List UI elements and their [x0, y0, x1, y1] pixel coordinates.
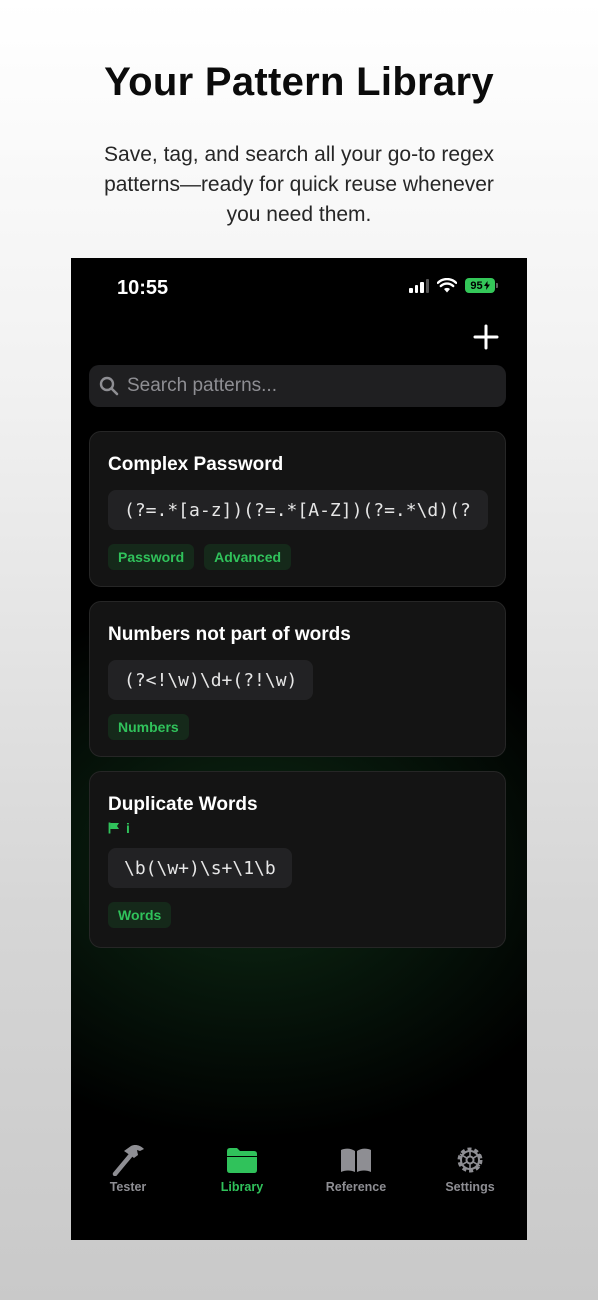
gear-icon	[457, 1147, 483, 1173]
tag-badge[interactable]: Password	[108, 544, 195, 570]
pattern-tags: Password Advanced	[108, 544, 487, 570]
pattern-card[interactable]: Complex Password (?=.*[a-z])(?=.*[A-Z])(…	[89, 431, 506, 587]
pattern-regex: (?=.*[a-z])(?=.*[A-Z])(?=.*\d)(?	[108, 490, 488, 530]
charging-bolt-icon	[483, 281, 490, 290]
flag-icon	[108, 822, 119, 834]
search-bar[interactable]	[89, 365, 506, 407]
hero-title: Your Pattern Library	[104, 60, 494, 104]
tag-badge[interactable]: Words	[108, 902, 172, 928]
tab-settings[interactable]: Settings	[413, 1143, 527, 1203]
add-pattern-button[interactable]	[469, 320, 503, 354]
search-input[interactable]	[127, 375, 487, 397]
pattern-title: Duplicate Words	[108, 794, 258, 815]
pattern-flags: i	[108, 820, 487, 836]
tag-badge[interactable]: Numbers	[108, 714, 189, 740]
tab-tester[interactable]: Tester	[71, 1143, 185, 1203]
status-icons: 95	[409, 278, 498, 293]
tab-label: Settings	[445, 1180, 495, 1194]
wifi-icon	[437, 278, 457, 293]
search-icon	[99, 376, 119, 396]
hammer-icon	[112, 1145, 144, 1176]
flag-text: i	[126, 820, 130, 836]
tab-label: Tester	[109, 1180, 147, 1194]
plus-icon	[473, 324, 499, 350]
folder-icon	[227, 1148, 257, 1173]
tab-label: Library	[220, 1180, 264, 1194]
pattern-title: Complex Password	[108, 454, 284, 475]
tab-bar: Tester Library Reference Settings	[71, 1143, 527, 1203]
battery-icon: 95	[465, 278, 498, 293]
phone-screen: 10:55 95 Complex Password (?=.*[a-z])(?=…	[71, 258, 527, 1240]
tag-badge[interactable]: Advanced	[204, 544, 292, 570]
status-time: 10:55	[117, 277, 169, 299]
pattern-tags: Words	[108, 902, 487, 928]
pattern-regex: \b(\w+)\s+\1\b	[108, 848, 292, 888]
pattern-card[interactable]: Duplicate Words i \b(\w+)\s+\1\b Words	[89, 771, 506, 948]
pattern-tags: Numbers	[108, 714, 487, 740]
tab-library[interactable]: Library	[185, 1143, 299, 1203]
pattern-title: Numbers not part of words	[108, 624, 351, 645]
pattern-card[interactable]: Numbers not part of words (?<!\w)\d+(?!\…	[89, 601, 506, 757]
book-icon	[341, 1148, 371, 1172]
battery-level: 95	[470, 279, 483, 292]
cellular-signal-icon	[409, 278, 429, 293]
tab-label: Reference	[325, 1180, 387, 1194]
hero-subtitle: Save, tag, and search all your go-to reg…	[104, 143, 494, 226]
tab-reference[interactable]: Reference	[299, 1143, 413, 1203]
pattern-regex: (?<!\w)\d+(?!\w)	[108, 660, 314, 700]
